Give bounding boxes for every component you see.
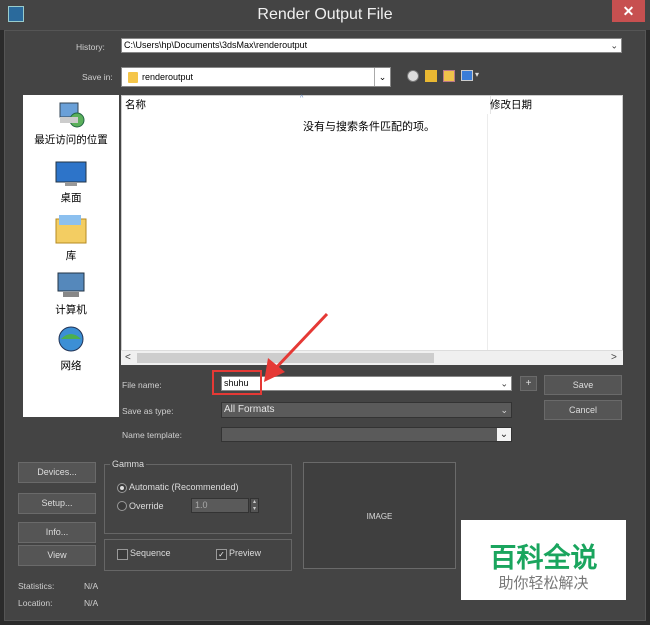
name-template-dropdown[interactable]: ⌄ [221, 427, 512, 442]
save-as-type-value: All Formats [224, 404, 275, 415]
sidebar-item-recent[interactable]: 最近访问的位置 [23, 99, 119, 147]
chevron-down-icon: ⌄ [500, 378, 508, 388]
view-menu-icon[interactable] [461, 70, 473, 81]
gamma-automatic-radio[interactable] [117, 483, 127, 493]
file-list[interactable]: 名称 ^ 修改日期 没有与搜索条件匹配的项。 [121, 95, 623, 365]
location-value: N/A [84, 598, 99, 608]
recent-places-icon [59, 102, 85, 128]
computer-icon [57, 272, 85, 297]
annotation-arrow [264, 312, 329, 382]
scroll-left-icon[interactable]: < [125, 352, 131, 363]
sidebar-item-computer[interactable]: 计算机 [23, 271, 119, 317]
setup-button[interactable]: Setup... [18, 493, 96, 514]
close-button[interactable]: ✕ [612, 0, 645, 22]
network-icon [58, 326, 84, 352]
devices-button[interactable]: Devices... [18, 462, 96, 483]
cancel-button[interactable]: Cancel [544, 400, 622, 420]
gamma-spinner-icon[interactable]: ▴ ▾ [250, 498, 259, 513]
preview-label: Preview [229, 548, 262, 558]
watermark-sub: 助你轻松解决 [498, 575, 589, 592]
column-header-date[interactable]: 修改日期 [487, 96, 625, 114]
view-menu-chevron-icon[interactable]: ▾ [475, 70, 479, 79]
watermark-main: 百科全说 [489, 543, 598, 573]
plus-button[interactable]: + [520, 376, 537, 391]
image-preview: IMAGE [303, 462, 456, 569]
location-label: Location: [18, 598, 53, 608]
new-folder-icon[interactable] [443, 70, 455, 82]
places-sidebar: 最近访问的位置 桌面 库 计算机 网络 [23, 95, 119, 417]
statistics-label: Statistics: [18, 581, 55, 591]
sidebar-item-libraries[interactable]: 库 [23, 213, 119, 263]
desktop-icon [55, 161, 87, 186]
history-label: History: [76, 42, 105, 52]
name-template-label: Name template: [122, 430, 182, 440]
sidebar-item-network[interactable]: 网络 [23, 325, 119, 373]
save-in-value: renderoutput [142, 72, 194, 82]
sequence-checkbox[interactable] [117, 549, 128, 560]
view-button[interactable]: View [18, 545, 96, 566]
gamma-override-radio[interactable] [117, 501, 127, 511]
horizontal-scrollbar[interactable]: < > [121, 350, 623, 365]
statistics-value: N/A [84, 581, 99, 591]
chevron-down-icon: ⌄ [374, 68, 390, 86]
history-dropdown[interactable]: C:\Users\hp\Documents\3dsMax\renderoutpu… [121, 38, 622, 53]
save-as-type-label: Save as type: [122, 406, 174, 416]
chevron-down-icon: ⌄ [610, 40, 618, 50]
column-header-name[interactable]: 名称 [122, 96, 491, 114]
save-in-label: Save in: [82, 72, 113, 82]
gamma-override-value[interactable]: 1.0 [191, 498, 249, 513]
sidebar-item-desktop[interactable]: 桌面 [23, 161, 119, 205]
gamma-override-label: Override [129, 501, 164, 511]
chevron-down-icon: ⌄ [497, 428, 511, 441]
column-divider [487, 114, 488, 350]
up-folder-icon[interactable] [425, 70, 437, 82]
chevron-down-icon: ⌄ [500, 405, 508, 415]
save-button[interactable]: Save [544, 375, 622, 395]
file-name-label: File name: [122, 380, 162, 390]
back-icon[interactable] [407, 70, 419, 82]
empty-message: 没有与搜索条件匹配的项。 [303, 121, 435, 133]
highlight-box [212, 370, 262, 395]
history-value: C:\Users\hp\Documents\3dsMax\renderoutpu… [124, 40, 308, 50]
save-as-type-dropdown[interactable]: All Formats ⌄ [221, 402, 512, 418]
sort-ascending-icon: ^ [300, 95, 304, 102]
info-button[interactable]: Info... [18, 522, 96, 543]
gamma-automatic-label: Automatic (Recommended) [129, 482, 239, 492]
window-title: Render Output File [257, 6, 393, 23]
save-in-dropdown[interactable]: renderoutput ⌄ [121, 67, 391, 87]
scroll-right-icon[interactable]: > [611, 352, 617, 363]
libraries-icon [55, 215, 87, 244]
watermark-logo: 百科全说 助你轻松解决 [461, 520, 626, 600]
preview-checkbox[interactable]: ✓ [216, 549, 227, 560]
close-icon: ✕ [622, 3, 635, 19]
sequence-label: Sequence [130, 548, 171, 558]
folder-icon [128, 72, 138, 83]
gamma-title: Gamma [110, 459, 147, 469]
